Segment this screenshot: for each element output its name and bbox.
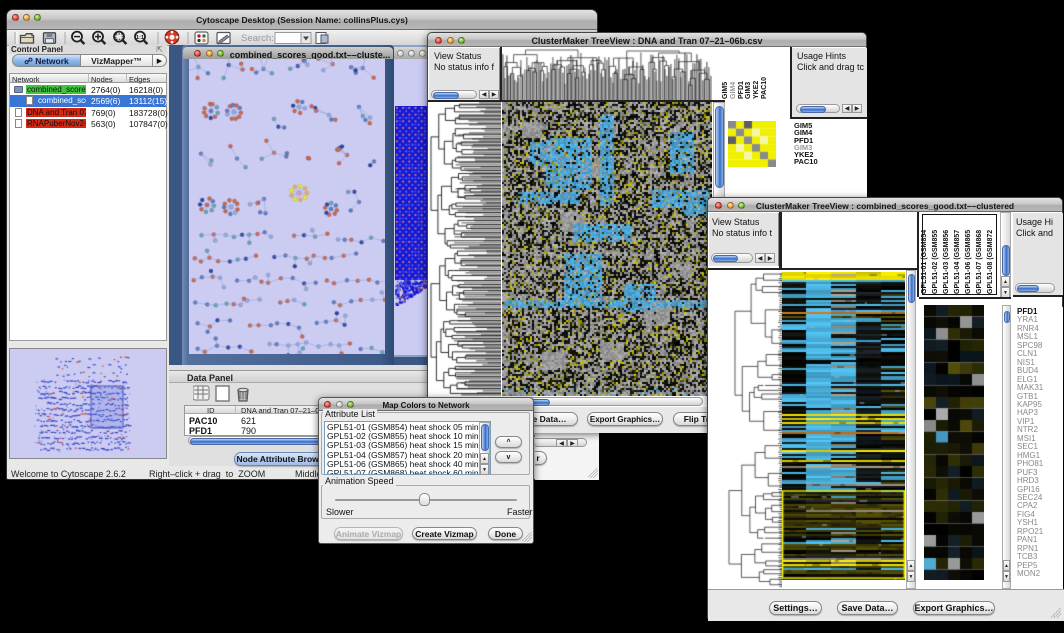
- svg-text:Search:: Search:: [241, 33, 274, 44]
- svg-text:1:1: 1:1: [136, 35, 144, 41]
